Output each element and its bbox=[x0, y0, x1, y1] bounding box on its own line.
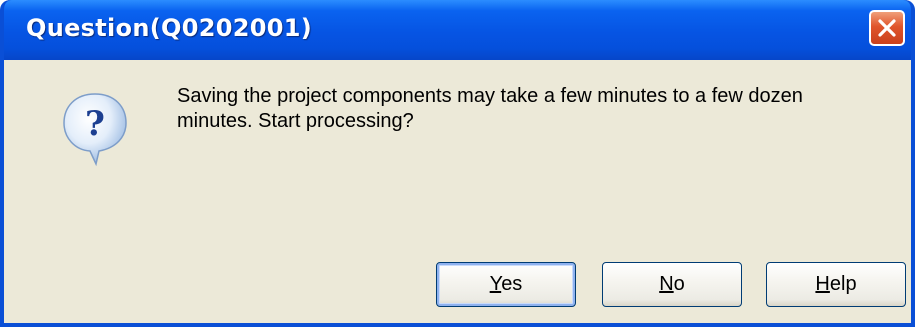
dialog-title: Question(Q0202001) bbox=[26, 14, 312, 42]
close-icon bbox=[878, 19, 896, 37]
help-button[interactable]: Help bbox=[766, 262, 906, 307]
no-button[interactable]: No bbox=[602, 262, 742, 307]
title-bar[interactable]: Question(Q0202001) bbox=[4, 0, 911, 60]
dialog-body: ? Saving the project components may take… bbox=[4, 60, 911, 323]
svg-text:?: ? bbox=[85, 104, 105, 144]
close-button[interactable] bbox=[869, 10, 905, 46]
help-label-rest: elp bbox=[829, 273, 857, 295]
yes-mnemonic: Y bbox=[489, 273, 502, 295]
dialog-message: Saving the project components may take a… bbox=[177, 85, 803, 132]
question-icon: ? bbox=[63, 93, 127, 167]
no-label-rest: o bbox=[673, 273, 685, 295]
no-mnemonic: N bbox=[659, 273, 674, 295]
question-dialog: Question(Q0202001) ? Saving the project … bbox=[0, 0, 915, 327]
help-mnemonic: H bbox=[815, 273, 830, 295]
yes-label-rest: es bbox=[501, 273, 523, 295]
yes-button[interactable]: Yes bbox=[436, 262, 576, 307]
